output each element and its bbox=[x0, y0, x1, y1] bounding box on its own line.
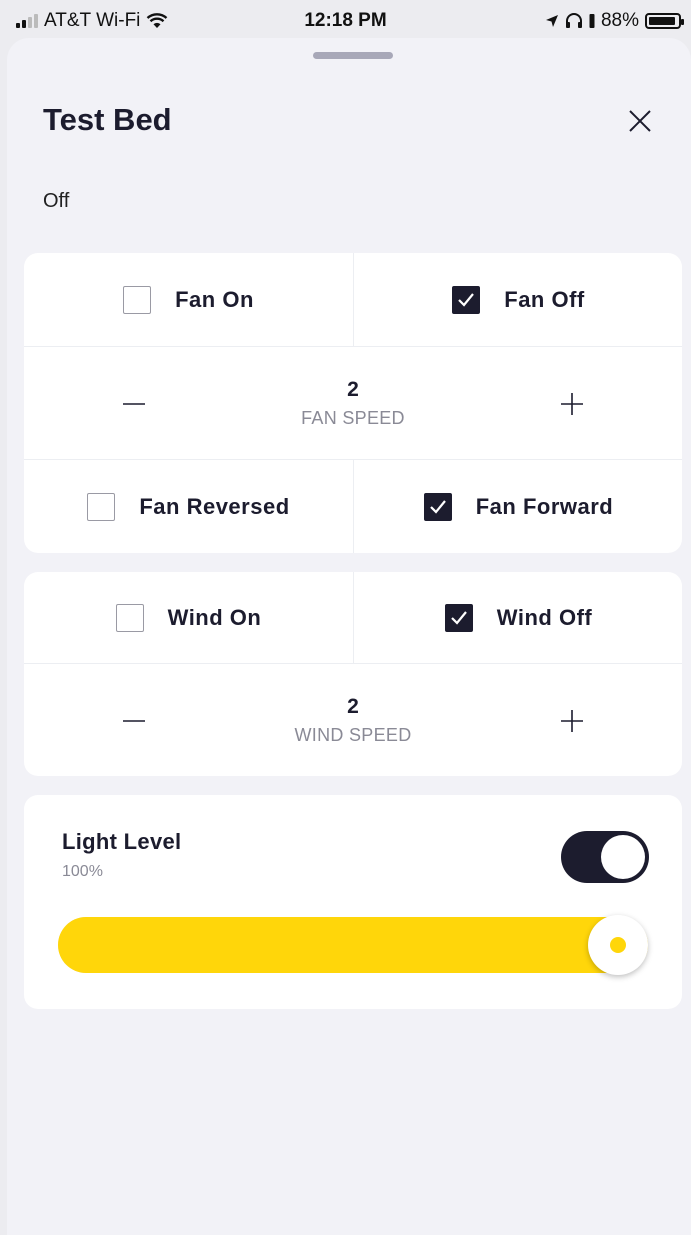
fan-forward-option[interactable]: Fan Forward bbox=[353, 460, 682, 553]
wind-off-option[interactable]: Wind Off bbox=[353, 572, 682, 663]
wind-power-row: Wind On Wind Off bbox=[24, 572, 682, 663]
close-button[interactable] bbox=[625, 106, 655, 136]
wind-speed-stepper: 2 WIND SPEED bbox=[24, 664, 682, 776]
fan-off-option[interactable]: Fan Off bbox=[353, 253, 682, 346]
fan-power-row: Fan On Fan Off bbox=[24, 253, 682, 346]
plus-icon bbox=[561, 709, 583, 732]
fan-on-checkbox[interactable] bbox=[123, 285, 152, 314]
device-state: Off bbox=[43, 190, 70, 212]
light-card: Light Level 100% bbox=[24, 795, 682, 1009]
wind-off-label: Wind Off bbox=[496, 604, 593, 630]
fan-reversed-option[interactable]: Fan Reversed bbox=[24, 460, 353, 553]
light-level-slider[interactable] bbox=[58, 915, 648, 975]
fan-reversed-checkbox[interactable] bbox=[87, 493, 116, 521]
checkmark-icon bbox=[458, 292, 475, 307]
fan-speed-increase-button[interactable] bbox=[552, 384, 592, 424]
sheet-grabber[interactable] bbox=[313, 52, 393, 59]
device-title: Test Bed bbox=[43, 102, 172, 137]
fan-off-checkbox[interactable] bbox=[452, 285, 481, 314]
device-sheet: Test Bed Off Fan On Fan Off 2 FAN SPEED … bbox=[7, 38, 691, 1235]
headphones-icon bbox=[565, 13, 582, 28]
light-level-slider-fill bbox=[58, 917, 648, 973]
status-right: 88% bbox=[545, 10, 684, 32]
battery-icon bbox=[645, 13, 684, 29]
wind-on-option[interactable]: Wind On bbox=[24, 572, 353, 663]
wind-on-label: Wind On bbox=[167, 604, 262, 630]
fan-reversed-label: Fan Reversed bbox=[139, 494, 290, 519]
light-level-value: 100% bbox=[62, 863, 103, 880]
location-arrow-icon bbox=[545, 15, 558, 27]
fan-forward-label: Fan Forward bbox=[475, 494, 614, 519]
battery-percent: 88% bbox=[600, 10, 639, 31]
fan-card: Fan On Fan Off 2 FAN SPEED Fan Reversed … bbox=[24, 253, 682, 553]
wind-on-checkbox[interactable] bbox=[115, 603, 144, 632]
fan-forward-checkbox[interactable] bbox=[423, 493, 452, 521]
close-icon bbox=[629, 110, 651, 132]
light-power-toggle[interactable] bbox=[561, 831, 649, 883]
wind-speed-increase-button[interactable] bbox=[552, 701, 592, 741]
wind-off-checkbox[interactable] bbox=[444, 603, 473, 632]
fan-on-label: Fan On bbox=[175, 286, 254, 312]
light-level-title: Light Level bbox=[62, 829, 182, 854]
headphone-battery-icon bbox=[589, 14, 595, 28]
wind-card: Wind On Wind Off 2 WIND SPEED bbox=[24, 572, 682, 776]
wind-speed-row: 2 WIND SPEED bbox=[24, 663, 682, 776]
status-bar: AT&T Wi-Fi 12:18 PM 88% bbox=[0, 0, 691, 42]
checkmark-icon bbox=[429, 500, 446, 514]
slider-thumb-dot bbox=[610, 937, 626, 953]
toggle-knob bbox=[601, 835, 645, 879]
light-level-slider-thumb[interactable] bbox=[588, 915, 648, 975]
fan-off-label: Fan Off bbox=[504, 286, 585, 312]
checkmark-icon bbox=[451, 610, 467, 625]
plus-icon bbox=[561, 392, 583, 415]
fan-speed-stepper: 2 FAN SPEED bbox=[24, 347, 682, 460]
fan-direction-row: Fan Reversed Fan Forward bbox=[24, 459, 682, 553]
fan-on-option[interactable]: Fan On bbox=[24, 253, 353, 346]
fan-speed-row: 2 FAN SPEED bbox=[24, 346, 682, 460]
